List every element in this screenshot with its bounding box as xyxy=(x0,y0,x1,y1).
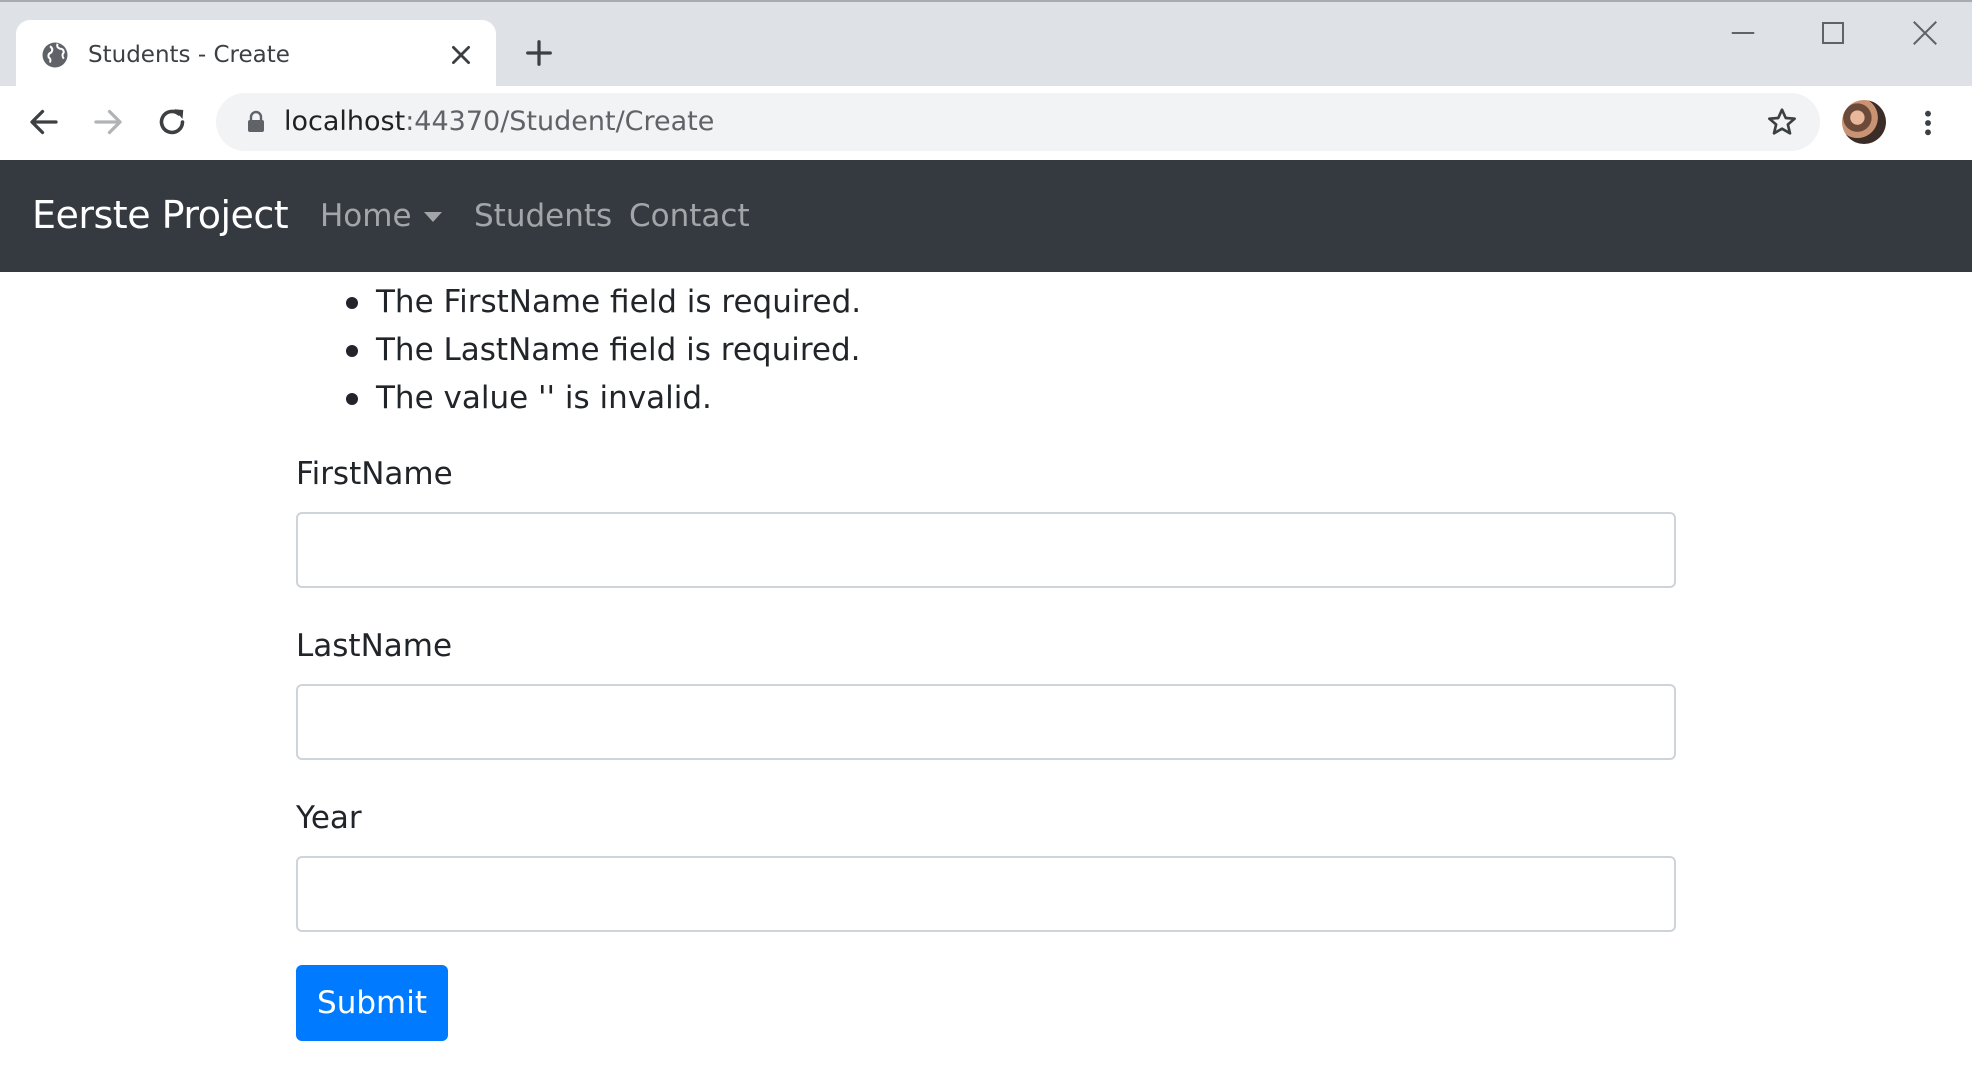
forward-arrow-icon[interactable] xyxy=(90,104,126,140)
url-text: localhost:44370/Student/Create xyxy=(284,106,714,138)
minimize-icon[interactable] xyxy=(1728,18,1758,48)
back-arrow-icon[interactable] xyxy=(26,104,62,140)
window-close-icon[interactable] xyxy=(1910,18,1940,48)
validation-error: The LastName field is required. xyxy=(346,326,861,374)
avatar[interactable] xyxy=(1842,100,1886,144)
maximize-icon[interactable] xyxy=(1818,18,1848,48)
validation-error: The value '' is invalid. xyxy=(346,374,861,422)
validation-error: The FirstName field is required. xyxy=(346,278,861,326)
tab-title: Students - Create xyxy=(88,42,290,68)
year-input[interactable] xyxy=(296,856,1676,932)
plus-icon[interactable] xyxy=(524,38,554,68)
reload-icon[interactable] xyxy=(154,104,190,140)
firstname-label: FirstName xyxy=(296,456,453,492)
firstname-input[interactable] xyxy=(296,512,1676,588)
lock-icon[interactable] xyxy=(244,110,268,134)
browser-tab[interactable]: Students - Create xyxy=(16,20,496,88)
more-vert-icon[interactable] xyxy=(1912,106,1944,140)
globe-icon xyxy=(42,42,68,68)
site-navbar: Eerste Project Home Students Contact xyxy=(0,160,1972,272)
lastname-label: LastName xyxy=(296,628,453,664)
url-host: localhost xyxy=(284,106,406,137)
year-label: Year xyxy=(296,800,362,836)
nav-link-contact[interactable]: Contact xyxy=(629,196,750,236)
validation-summary: The FirstName field is required. The Las… xyxy=(346,278,861,422)
url-path: :44370/Student/Create xyxy=(405,106,715,137)
navbar-brand[interactable]: Eerste Project xyxy=(32,192,289,238)
chevron-down-icon[interactable] xyxy=(424,212,442,222)
close-icon[interactable] xyxy=(448,42,474,68)
browser-tabstrip: Students - Create xyxy=(0,0,1972,88)
lastname-input[interactable] xyxy=(296,684,1676,760)
nav-link-students[interactable]: Students xyxy=(474,196,612,236)
address-bar[interactable]: localhost:44370/Student/Create xyxy=(216,93,1820,151)
star-icon[interactable] xyxy=(1766,106,1798,138)
submit-button[interactable]: Submit xyxy=(296,965,448,1041)
browser-toolbar: localhost:44370/Student/Create xyxy=(0,86,1972,160)
nav-link-home[interactable]: Home xyxy=(320,196,412,236)
